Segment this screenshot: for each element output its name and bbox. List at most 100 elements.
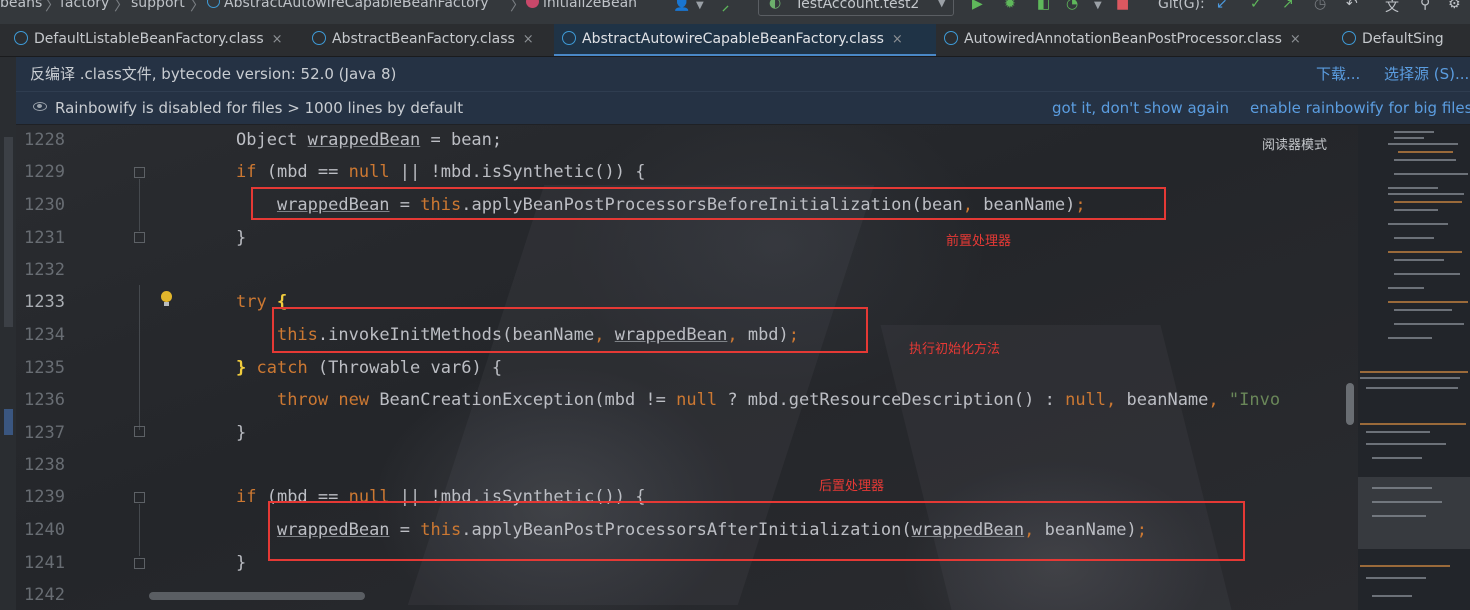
debug-icon[interactable]: ✹: [1004, 0, 1016, 12]
class-file-icon: [944, 31, 958, 45]
breadcrumb-support[interactable]: support: [131, 0, 185, 11]
dropdown-arrow-icon[interactable]: ▼: [696, 0, 704, 11]
code-line-1237: }: [236, 423, 247, 443]
minimap-line: [1388, 223, 1448, 225]
tab-autowired-annotation-bean-post-processor[interactable]: AutowiredAnnotationBeanPostProcessor.cla…: [936, 24, 1334, 56]
line-number: 1229: [24, 162, 65, 182]
fold-marker[interactable]: [134, 492, 145, 503]
code-minimap[interactable]: [1358, 125, 1470, 610]
tab-default-listable-bean-factory[interactable]: DefaultListableBeanFactory.class ×: [0, 24, 308, 56]
breadcrumb-factory[interactable]: factory: [60, 0, 109, 11]
class-icon: [207, 0, 220, 8]
minimap-viewport[interactable]: [1358, 477, 1470, 549]
run-icon[interactable]: ▶: [972, 0, 983, 12]
fold-marker[interactable]: [134, 167, 145, 178]
line-number: 1241: [24, 553, 65, 573]
close-icon[interactable]: ×: [892, 32, 903, 47]
tab-abstract-bean-factory[interactable]: AbstractBeanFactory.class ×: [308, 24, 554, 56]
settings-icon[interactable]: ⚙: [1448, 0, 1461, 12]
stop-icon[interactable]: ■: [1116, 0, 1129, 12]
tool-window-stripe[interactable]: [4, 137, 13, 327]
minimap-line: [1372, 595, 1412, 597]
line-number: 1238: [24, 455, 65, 475]
intention-bulb-icon[interactable]: [161, 291, 172, 306]
dropdown-arrow-icon[interactable]: ▼: [1094, 0, 1102, 11]
annotation-invoke-init: 执行初始化方法: [909, 342, 1001, 357]
run-configuration-select[interactable]: ◐ TestAccount.test2 ▼: [758, 0, 954, 16]
git-commit-icon[interactable]: ✓: [1250, 0, 1262, 12]
search-icon[interactable]: ⚲: [1420, 0, 1430, 12]
decompile-info-text: 反编译 .class文件, bytecode version: 52.0 (Ja…: [30, 65, 397, 83]
coverage-icon[interactable]: ◧: [1037, 0, 1050, 12]
method-icon: [526, 0, 539, 8]
minimap-line: [1360, 423, 1466, 425]
minimap-line: [1366, 387, 1458, 389]
line-number: 1230: [24, 195, 65, 215]
git-update-icon[interactable]: ↙: [1216, 0, 1228, 12]
enable-rainbowify-link[interactable]: enable rainbowify for big files: [1250, 92, 1470, 124]
fold-marker[interactable]: [134, 426, 145, 437]
minimap-line: [1360, 565, 1450, 567]
breadcrumb-separator: 〉: [114, 0, 130, 14]
close-icon[interactable]: ×: [1290, 32, 1301, 47]
fold-guide: [139, 285, 140, 430]
breadcrumb-separator: 〉: [510, 0, 526, 14]
tab-label: DefaultListableBeanFactory.class: [34, 31, 264, 47]
git-label: Git(G):: [1158, 0, 1205, 12]
profile-icon[interactable]: ◔: [1066, 0, 1078, 12]
breadcrumb-method[interactable]: initializeBean: [526, 0, 637, 11]
fold-marker[interactable]: [134, 558, 145, 569]
code-editor[interactable]: 1228 1229 1230 1231 1232 1233 1234 1235 …: [16, 125, 1358, 610]
line-number: 1239: [24, 487, 65, 507]
code-line-1235: } catch (Throwable var6) {: [236, 358, 503, 378]
history-icon[interactable]: ◷: [1314, 0, 1326, 12]
line-number: 1235: [24, 358, 65, 378]
fold-guide: [139, 504, 140, 556]
translate-icon[interactable]: 文: [1385, 0, 1399, 16]
reader-mode-label[interactable]: 阅读器模式: [1262, 134, 1327, 153]
minimap-line: [1388, 251, 1462, 253]
background-artwork: [880, 325, 1232, 610]
code-line-1236: throw new BeanCreationException(mbd != n…: [276, 390, 1281, 410]
minimap-line: [1394, 209, 1438, 211]
tab-label: AbstractAutowireCapableBeanFactory.class: [582, 31, 884, 47]
run-configuration-label: TestAccount.test2: [795, 0, 920, 12]
code-line-1228: Object wrappedBean = bean;: [236, 130, 503, 150]
vertical-scrollbar[interactable]: [1346, 383, 1354, 425]
chevron-down-icon: ▼: [937, 0, 946, 9]
close-icon[interactable]: ×: [272, 32, 283, 47]
dismiss-banner-link[interactable]: got it, don't show again: [1052, 92, 1229, 124]
horizontal-scrollbar[interactable]: [149, 592, 365, 600]
minimap-line: [1394, 309, 1452, 311]
minimap-line: [1360, 371, 1468, 373]
minimap-line: [1372, 457, 1422, 459]
build-hammer-icon[interactable]: ⸝: [722, 0, 729, 15]
code-line-1231: }: [236, 228, 247, 248]
git-push-icon[interactable]: ↗: [1282, 0, 1294, 12]
download-sources-link[interactable]: 下载...: [1316, 57, 1360, 91]
line-number: 1237: [24, 423, 65, 443]
annotation-before-processor: 前置处理器: [946, 234, 1012, 249]
tab-default-singleton[interactable]: DefaultSing: [1334, 24, 1470, 56]
tab-abstract-autowire-capable-bean-factory[interactable]: AbstractAutowireCapableBeanFactory.class…: [554, 24, 936, 56]
line-number: 1231: [24, 228, 65, 248]
breadcrumb-class[interactable]: AbstractAutowireCapableBeanFactory: [207, 0, 489, 11]
highlight-box-invoke-init: [272, 307, 868, 353]
rollback-icon[interactable]: ↶: [1346, 0, 1358, 12]
breadcrumb-beans[interactable]: beans: [0, 0, 42, 11]
rainbowify-banner: Rainbowify is disabled for files > 1000 …: [16, 92, 1470, 124]
class-file-icon: [562, 31, 576, 45]
user-icon[interactable]: 👤: [673, 0, 690, 12]
fold-marker[interactable]: [134, 232, 145, 243]
minimap-line: [1394, 137, 1424, 139]
tab-label: AutowiredAnnotationBeanPostProcessor.cla…: [964, 31, 1282, 47]
minimap-line: [1388, 193, 1464, 195]
code-line-1229: if (mbd == null || !mbd.isSynthetic()) {: [236, 162, 646, 182]
minimap-line: [1394, 131, 1434, 133]
left-tool-strip: [0, 57, 16, 610]
tool-window-stripe-active[interactable]: [4, 409, 13, 435]
choose-sources-link[interactable]: 选择源 (S)...: [1384, 57, 1469, 91]
class-file-icon: [1342, 31, 1356, 45]
minimap-line: [1388, 301, 1468, 303]
close-icon[interactable]: ×: [523, 32, 534, 47]
